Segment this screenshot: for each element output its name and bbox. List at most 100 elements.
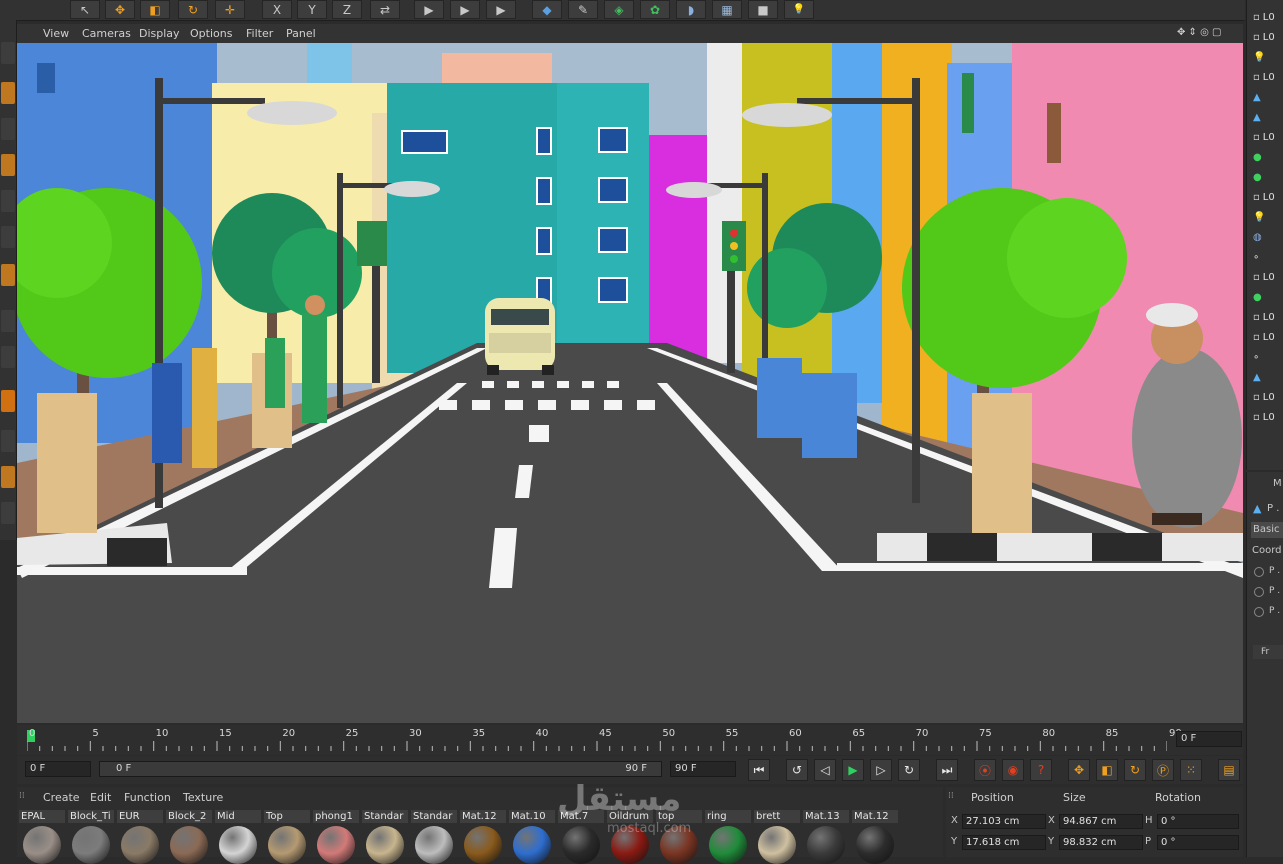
- object-item[interactable]: ▫ L0: [1253, 128, 1283, 146]
- coordinate-system-icon[interactable]: ⇄: [370, 0, 400, 19]
- axis-mode-icon[interactable]: [1, 264, 15, 286]
- live-selection-icon[interactable]: ↖: [70, 0, 100, 19]
- key-parameter-icon[interactable]: Ⓟ: [1152, 759, 1174, 781]
- object-item[interactable]: ◍: [1253, 228, 1283, 246]
- radio-p3[interactable]: [1254, 607, 1264, 617]
- material-swatch[interactable]: Mat.10: [509, 810, 555, 864]
- points-mode-icon[interactable]: [1, 154, 15, 176]
- material-swatch[interactable]: EPAL: [19, 810, 65, 864]
- deformer-icon[interactable]: ◗: [676, 0, 706, 19]
- object-item[interactable]: ▫ L0: [1253, 308, 1283, 326]
- solo-icon[interactable]: [1, 466, 15, 488]
- go-to-start-icon[interactable]: ⏮: [748, 759, 770, 781]
- object-item[interactable]: 💡: [1253, 208, 1283, 226]
- menu-texture[interactable]: Texture: [183, 791, 223, 804]
- material-swatch[interactable]: Mid: [215, 810, 261, 864]
- 3d-viewport[interactable]: [17, 43, 1243, 723]
- key-point-level-icon[interactable]: ⁙: [1180, 759, 1202, 781]
- render-picture-icon[interactable]: ▶: [450, 0, 480, 19]
- cloner-icon[interactable]: ✿: [640, 0, 670, 19]
- material-swatch[interactable]: Mat.13: [803, 810, 849, 864]
- menu-panel[interactable]: Panel: [286, 27, 316, 40]
- material-swatch[interactable]: ring: [705, 810, 751, 864]
- timeline-end-field[interactable]: 0 F: [1176, 731, 1242, 747]
- add-icon[interactable]: ✛: [215, 0, 245, 19]
- object-item[interactable]: ▫ L0: [1253, 188, 1283, 206]
- object-item[interactable]: ▫ L0: [1253, 8, 1283, 26]
- snap-icon[interactable]: [1, 346, 15, 368]
- position-y-field[interactable]: 17.618 cm: [962, 835, 1046, 850]
- keyframe-selection-icon[interactable]: ?: [1030, 759, 1052, 781]
- menu-create[interactable]: Create: [43, 791, 80, 804]
- render-settings-icon[interactable]: ▶: [486, 0, 516, 19]
- material-swatch[interactable]: Top: [264, 810, 310, 864]
- camera-icon[interactable]: ■: [748, 0, 778, 19]
- previous-key-icon[interactable]: ↺: [786, 759, 808, 781]
- object-item[interactable]: ∘: [1253, 348, 1283, 366]
- z-axis-icon[interactable]: Z: [332, 0, 362, 19]
- go-to-end-icon[interactable]: ⏭: [936, 759, 958, 781]
- x-axis-icon[interactable]: X: [262, 0, 292, 19]
- freeze-section-toggle[interactable]: Fr: [1253, 645, 1283, 659]
- rotation-h-field[interactable]: 0 °: [1157, 814, 1239, 829]
- record-icon[interactable]: ⦿: [974, 759, 996, 781]
- position-x-field[interactable]: 27.103 cm: [962, 814, 1046, 829]
- material-swatch[interactable]: Block_Ti: [68, 810, 114, 864]
- menu-display[interactable]: Display: [139, 27, 180, 40]
- object-item[interactable]: ▲: [1253, 368, 1283, 386]
- rotation-p-field[interactable]: 0 °: [1157, 835, 1239, 850]
- rotate-icon[interactable]: ↻: [178, 0, 208, 19]
- object-item[interactable]: ▫ L0: [1253, 408, 1283, 426]
- object-item[interactable]: ▫ L0: [1253, 388, 1283, 406]
- key-scale-icon[interactable]: ◧: [1096, 759, 1118, 781]
- polygons-mode-icon[interactable]: [1, 226, 15, 248]
- previous-frame-icon[interactable]: ◁: [814, 759, 836, 781]
- object-item[interactable]: ▫ L0: [1253, 28, 1283, 46]
- material-swatch[interactable]: phong1: [313, 810, 359, 864]
- timeline-ruler[interactable]: 051015202530354045505560657075808590 0 F: [17, 725, 1243, 755]
- key-rotation-icon[interactable]: ↻: [1124, 759, 1146, 781]
- menu-view[interactable]: View: [43, 27, 69, 40]
- texture-mode-icon[interactable]: [1, 118, 15, 140]
- menu-edit[interactable]: Edit: [90, 791, 111, 804]
- material-swatch[interactable]: Standar: [411, 810, 457, 864]
- object-item[interactable]: ▫ L0: [1253, 328, 1283, 346]
- attr-mode-label[interactable]: M: [1273, 478, 1282, 489]
- object-item[interactable]: 💡: [1253, 48, 1283, 66]
- material-swatch[interactable]: Mat.12: [460, 810, 506, 864]
- size-y-field[interactable]: 98.832 cm: [1059, 835, 1143, 850]
- menu-function[interactable]: Function: [124, 791, 171, 804]
- material-swatch[interactable]: Standar: [362, 810, 408, 864]
- object-item[interactable]: ●: [1253, 288, 1283, 306]
- tab-basic[interactable]: Basic: [1251, 522, 1283, 538]
- object-item[interactable]: ▫ L0: [1253, 68, 1283, 86]
- next-frame-icon[interactable]: ▷: [870, 759, 892, 781]
- tweak-mode-icon[interactable]: [1, 310, 15, 332]
- grid-icon[interactable]: [1, 502, 15, 524]
- y-axis-icon[interactable]: Y: [297, 0, 327, 19]
- cube-mode-icon[interactable]: [1, 42, 15, 64]
- start-frame-field[interactable]: 0 F: [25, 761, 91, 777]
- object-item[interactable]: ▫ L0: [1253, 268, 1283, 286]
- subdivision-icon[interactable]: ◈: [604, 0, 634, 19]
- size-x-field[interactable]: 94.867 cm: [1059, 814, 1143, 829]
- menu-cameras[interactable]: Cameras: [82, 27, 131, 40]
- cube-icon[interactable]: ◆: [532, 0, 562, 19]
- move-icon[interactable]: ✥: [105, 0, 135, 19]
- object-item[interactable]: ●: [1253, 148, 1283, 166]
- menu-filter[interactable]: Filter: [246, 27, 273, 40]
- end-frame-field[interactable]: 90 F: [670, 761, 736, 777]
- object-item[interactable]: ●: [1253, 168, 1283, 186]
- radio-p2[interactable]: [1254, 587, 1264, 597]
- floor-icon[interactable]: ▦: [712, 0, 742, 19]
- material-swatch[interactable]: Block_2: [166, 810, 212, 864]
- pen-icon[interactable]: ✎: [568, 0, 598, 19]
- model-mode-icon[interactable]: [1, 82, 15, 104]
- light-icon[interactable]: 💡: [784, 0, 814, 19]
- play-icon[interactable]: ▶: [842, 759, 864, 781]
- next-key-icon[interactable]: ↻: [898, 759, 920, 781]
- timeline-window-icon[interactable]: ▤: [1218, 759, 1240, 781]
- scale-icon[interactable]: ◧: [140, 0, 170, 19]
- workplane-icon[interactable]: [1, 390, 15, 412]
- lock-icon[interactable]: [1, 430, 15, 452]
